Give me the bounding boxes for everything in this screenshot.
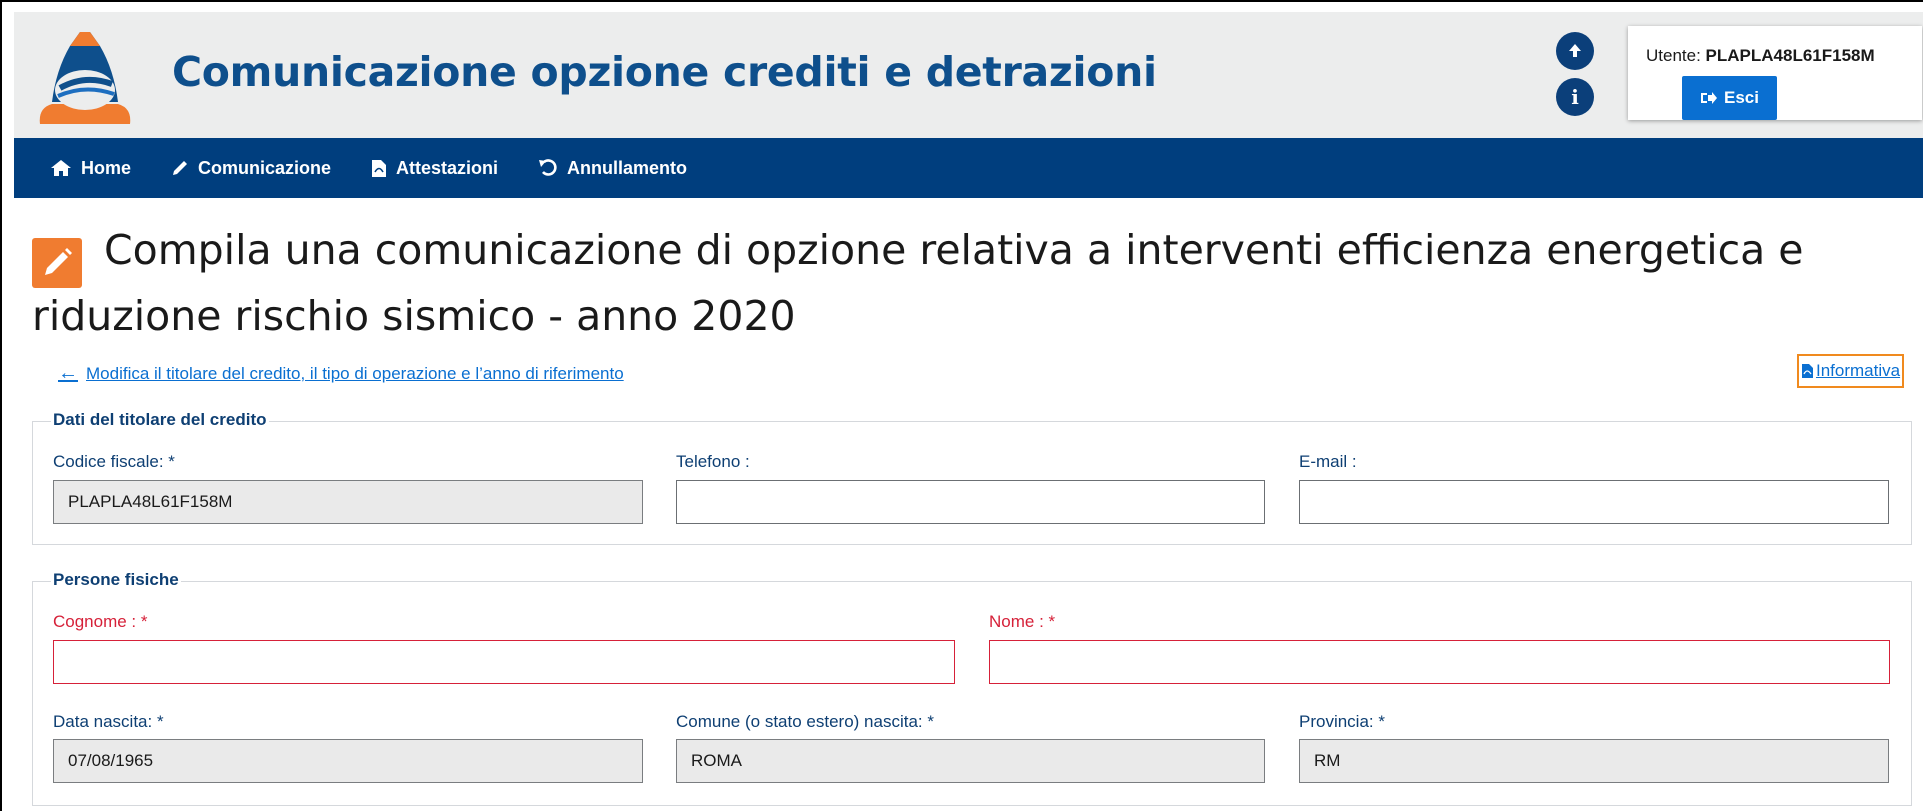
titolare-fieldset: Dati del titolare del credito Codice fis… <box>32 410 1912 545</box>
home-icon <box>51 160 71 176</box>
app-header: Comunicazione opzione crediti e detrazio… <box>14 12 1923 138</box>
provincia-label: Provincia: * <box>1299 712 1385 731</box>
nav-label-home: Home <box>81 157 132 178</box>
edit-pencil-icon <box>32 238 82 288</box>
arrow-left-icon: ← <box>58 362 78 384</box>
cognome-input[interactable] <box>53 640 955 684</box>
page-title-block: Compila una comunicazione di opzione rel… <box>32 222 1902 345</box>
informativa-link[interactable]: Informativa <box>1797 354 1905 388</box>
email-label: E-mail : <box>1299 452 1357 471</box>
codice-fiscale-input[interactable] <box>53 480 643 524</box>
user-panel: Utente: PLAPLA48L61F158M Esci <box>1628 26 1922 120</box>
user-code: PLAPLA48L61F158M <box>1705 46 1875 65</box>
page-title: Compila una comunicazione di opzione rel… <box>32 222 1902 345</box>
cognome-label: Cognome : * <box>53 612 148 631</box>
data-nascita-label: Data nascita: * <box>53 712 164 731</box>
codice-fiscale-label: Codice fiscale: * <box>53 452 175 471</box>
nav-label-attestazioni: Attestazioni <box>396 157 499 178</box>
persone-fisiche-legend: Persone fisiche <box>51 570 181 590</box>
informativa-label: Informativa <box>1816 361 1901 380</box>
nav-item-home[interactable]: Home <box>50 158 131 179</box>
agenzia-entrate-logo <box>39 32 131 124</box>
user-info: Utente: PLAPLA48L61F158M <box>1646 46 1875 66</box>
persone-fisiche-fieldset: Persone fisiche Cognome : * Nome : * Dat… <box>32 570 1912 806</box>
main-nav: Home Comunicazione Attestazioni Annullam… <box>14 138 1923 198</box>
telefono-label: Telefono : <box>676 452 750 471</box>
nav-label-comunicazione: Comunicazione <box>198 157 332 178</box>
logout-label: Esci <box>1724 88 1759 107</box>
undo-icon <box>539 159 557 176</box>
comune-nascita-input[interactable] <box>676 739 1265 783</box>
sign-out-icon <box>1701 92 1717 104</box>
app-title: Comunicazione opzione crediti e detrazio… <box>172 48 1157 96</box>
data-nascita-input[interactable] <box>53 739 643 783</box>
upload-icon[interactable] <box>1556 32 1594 70</box>
provincia-input[interactable] <box>1299 739 1889 783</box>
info-icon[interactable]: i <box>1556 78 1594 116</box>
email-input[interactable] <box>1299 480 1889 524</box>
nav-item-comunicazione[interactable]: Comunicazione <box>171 158 331 179</box>
user-label: Utente: <box>1646 46 1701 65</box>
telefono-input[interactable] <box>676 480 1265 524</box>
comune-nascita-label: Comune (o stato estero) nascita: * <box>676 712 934 731</box>
nav-item-annullamento[interactable]: Annullamento <box>538 158 687 179</box>
nome-input[interactable] <box>989 640 1890 684</box>
pdf-file-icon <box>372 159 387 177</box>
modify-holder-link[interactable]: ← Modifica il titolare del credito, il t… <box>58 362 624 385</box>
page-title-text: Compila una comunicazione di opzione rel… <box>32 226 1804 340</box>
nome-label: Nome : * <box>989 612 1056 631</box>
modify-holder-label: Modifica il titolare del credito, il tip… <box>86 363 624 383</box>
nav-label-annullamento: Annullamento <box>567 157 688 178</box>
logout-button[interactable]: Esci <box>1682 76 1777 120</box>
pencil-icon <box>173 161 188 175</box>
pdf-file-icon <box>1802 364 1813 378</box>
titolare-legend: Dati del titolare del credito <box>51 410 269 430</box>
nav-item-attestazioni[interactable]: Attestazioni <box>371 158 498 179</box>
